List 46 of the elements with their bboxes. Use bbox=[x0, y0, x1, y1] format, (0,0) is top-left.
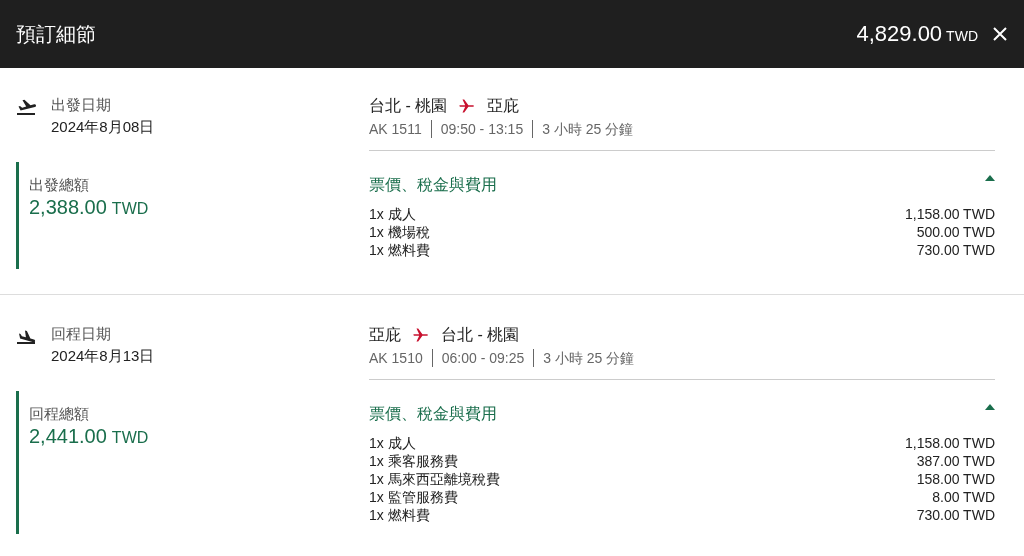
fee-name: 1x 機場稅 bbox=[369, 223, 430, 241]
fee-amount: 1,158.00 TWD bbox=[905, 434, 995, 452]
flight-number: AK 1511 bbox=[369, 120, 422, 139]
airplane-icon bbox=[459, 98, 476, 114]
currency: TWD bbox=[111, 429, 149, 447]
close-icon[interactable] bbox=[992, 26, 1008, 42]
fee-amount: 730.00 TWD bbox=[916, 506, 995, 524]
segment-total: 2,388.00 bbox=[29, 196, 107, 219]
date-label: 回程日期 bbox=[51, 324, 112, 344]
total-amount: 4,829.00 bbox=[856, 21, 943, 47]
caret-up-icon[interactable] bbox=[985, 175, 995, 181]
currency: TWD bbox=[946, 28, 978, 44]
currency: TWD bbox=[111, 200, 149, 218]
flight-date: 2024年8月08日 bbox=[51, 117, 155, 137]
fee-name: 1x 成人 bbox=[369, 205, 416, 223]
fee-amount: 8.00 TWD bbox=[932, 488, 995, 506]
origin: 台北 - 桃園 bbox=[369, 96, 448, 116]
segment-total: 2,441.00 bbox=[29, 425, 107, 448]
fee-name: 1x 監管服務費 bbox=[369, 488, 458, 506]
flight-duration: 3 小時 25 分鐘 bbox=[542, 120, 634, 139]
fees-title: 票價、稅金與費用 bbox=[369, 404, 497, 424]
fee-amount: 730.00 TWD bbox=[916, 241, 995, 259]
destination: 亞庇 bbox=[487, 96, 520, 116]
fee-amount: 387.00 TWD bbox=[916, 452, 995, 470]
origin: 亞庇 bbox=[369, 325, 401, 345]
fee-amount: 158.00 TWD bbox=[916, 470, 995, 488]
total-label: 出發總額 bbox=[29, 175, 90, 195]
fee-name: 1x 馬來西亞離境稅費 bbox=[369, 470, 500, 488]
flight-time: 09:50 - 13:15 bbox=[440, 120, 524, 139]
flight-date: 2024年8月13日 bbox=[51, 346, 155, 366]
fee-name: 1x 成人 bbox=[369, 434, 416, 452]
fee-name: 1x 燃料費 bbox=[369, 241, 430, 259]
booking-title: 預訂細節 bbox=[16, 21, 97, 47]
date-label: 出發日期 bbox=[51, 95, 112, 115]
fees-title: 票價、稅金與費用 bbox=[369, 175, 497, 195]
fee-name: 1x 乘客服務費 bbox=[369, 452, 458, 470]
total-label: 回程總額 bbox=[29, 404, 90, 424]
flight-time: 06:00 - 09:25 bbox=[441, 349, 525, 368]
flight-duration: 3 小時 25 分鐘 bbox=[543, 349, 635, 368]
destination: 台北 - 桃園 bbox=[441, 325, 520, 345]
fee-amount: 500.00 TWD bbox=[916, 223, 995, 241]
fee-amount: 1,158.00 TWD bbox=[905, 205, 995, 223]
fee-name: 1x 燃料費 bbox=[369, 506, 430, 524]
airplane-icon bbox=[413, 327, 429, 343]
flight-number: AK 1510 bbox=[369, 349, 423, 368]
caret-up-icon[interactable] bbox=[985, 404, 995, 410]
